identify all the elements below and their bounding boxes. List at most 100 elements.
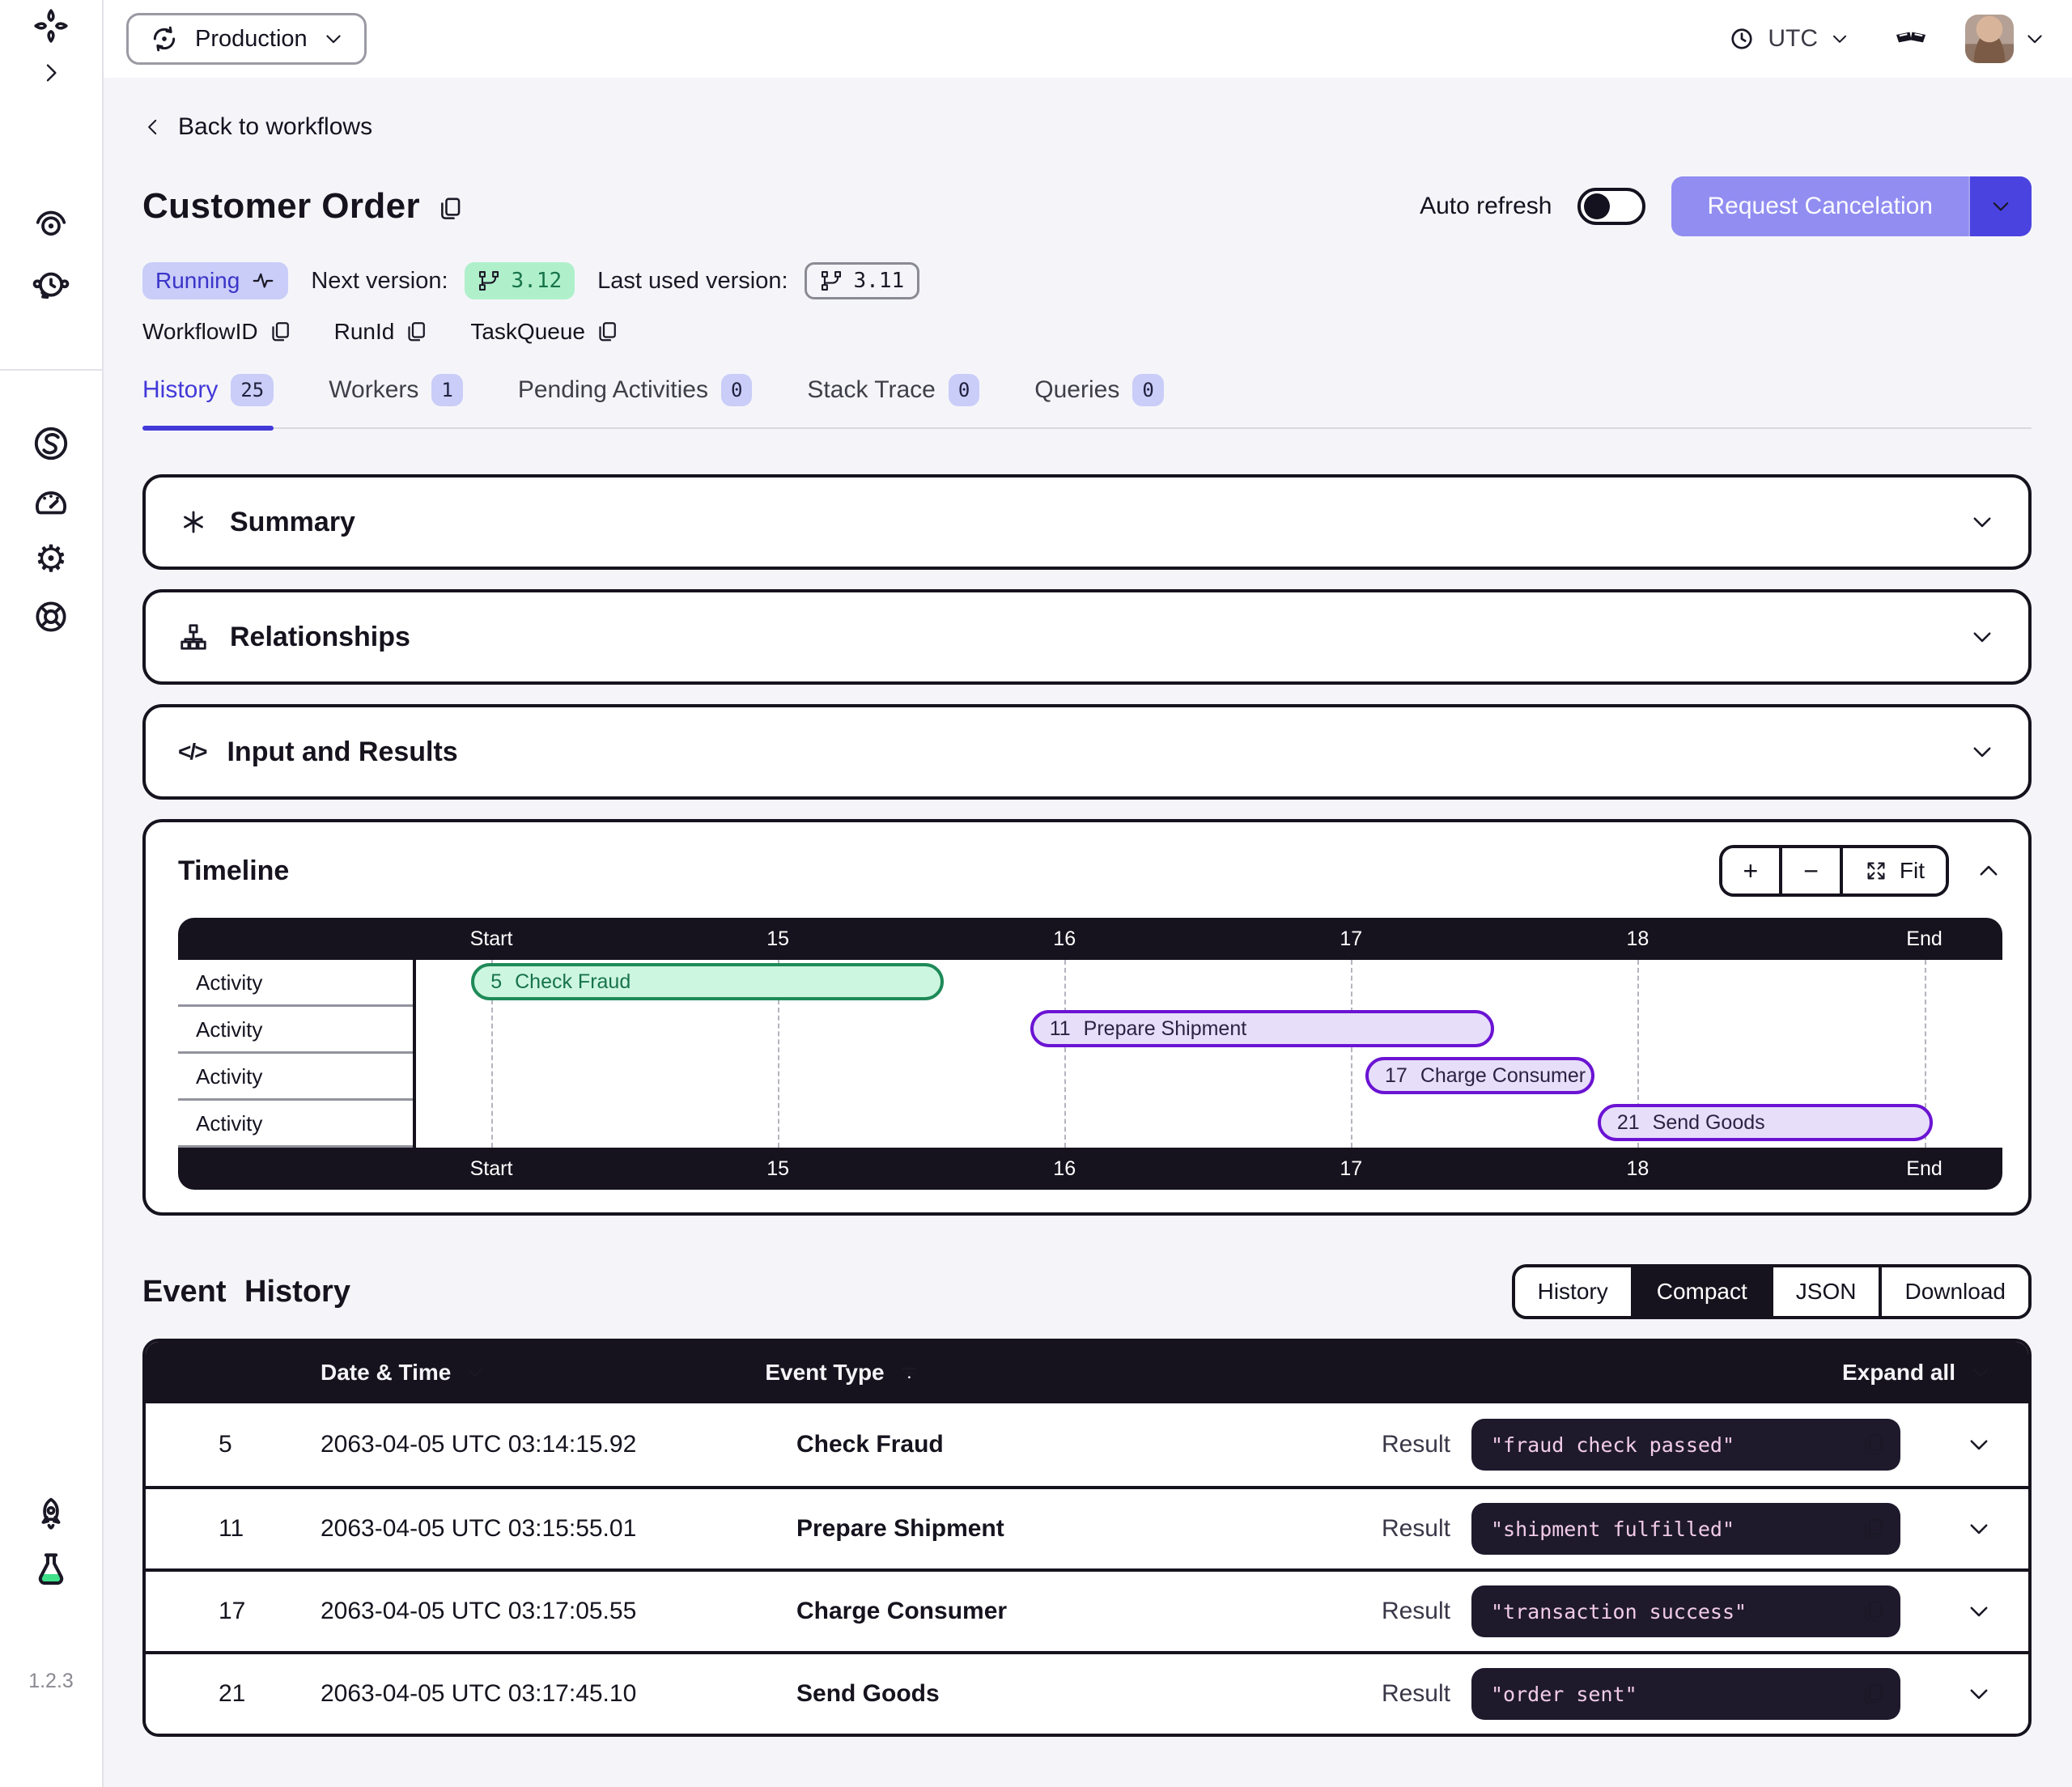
- copy-icon[interactable]: [1860, 1598, 1886, 1624]
- task-queue-copy[interactable]: TaskQueue: [470, 319, 619, 345]
- workflow-id-copy[interactable]: WorkflowID: [142, 319, 292, 345]
- run-id-copy[interactable]: RunId: [334, 319, 429, 345]
- view-download-button[interactable]: Download: [1879, 1267, 2028, 1316]
- support-lifebuoy-icon[interactable]: [22, 594, 80, 639]
- tab-stack-trace[interactable]: Stack Trace0: [807, 374, 979, 427]
- timeline-axis-label: 16: [1053, 1148, 1076, 1190]
- copy-icon[interactable]: [1860, 1681, 1886, 1707]
- copy-title-icon[interactable]: [436, 195, 464, 223]
- tab-queries[interactable]: Queries0: [1034, 374, 1164, 427]
- view-compact-button[interactable]: Compact: [1631, 1267, 1770, 1316]
- zoom-out-button[interactable]: −: [1779, 848, 1840, 894]
- event-id: 11: [146, 1515, 321, 1543]
- labs-glasses-icon[interactable]: [1892, 20, 1930, 57]
- timeline-bar-prepare-shipment[interactable]: 11Prepare Shipment: [1030, 1010, 1495, 1047]
- timeline-bar-charge-consumer[interactable]: 17Charge Consumer: [1365, 1057, 1594, 1094]
- event-id: 5: [146, 1431, 321, 1458]
- tab-count-badge: 1: [431, 374, 462, 406]
- row-expand-chevron-icon[interactable]: [1965, 1680, 1993, 1708]
- event-row: 17 2063-04-05 UTC 03:17:05.55 Charge Con…: [146, 1568, 2028, 1651]
- result-label: Result: [1382, 1431, 1450, 1458]
- timeline-row-label: Activity: [178, 1101, 413, 1148]
- timeline-title: Timeline: [178, 855, 289, 887]
- event-type: Check Fraud: [796, 1431, 1382, 1458]
- summary-label: Summary: [230, 507, 355, 538]
- relationships-label: Relationships: [230, 622, 410, 653]
- timeline-label-column: Activity Activity Activity Activity: [178, 960, 416, 1148]
- row-expand-chevron-icon[interactable]: [1965, 1431, 1993, 1458]
- environment-label: Production: [195, 26, 308, 53]
- git-branch-icon: [820, 270, 843, 292]
- timezone-selector[interactable]: UTC: [1727, 24, 1850, 53]
- chevron-down-icon[interactable]: [1968, 738, 1996, 766]
- next-version-badge: 3.12: [465, 262, 575, 299]
- column-event-type[interactable]: Event Type: [765, 1360, 921, 1386]
- request-cancelation-button[interactable]: Request Cancelation: [1671, 176, 2032, 236]
- chevron-down-icon[interactable]: [1968, 508, 1996, 536]
- timeline-axis-label: Start: [470, 918, 513, 960]
- fit-expand-icon: [1864, 859, 1888, 883]
- request-cancelation-label[interactable]: Request Cancelation: [1671, 176, 1968, 236]
- copy-icon[interactable]: [1860, 1432, 1886, 1458]
- tab-workers[interactable]: Workers1: [329, 374, 463, 427]
- user-avatar[interactable]: [1965, 15, 2014, 63]
- tab-count-badge: 0: [721, 374, 752, 406]
- timezone-label: UTC: [1768, 25, 1818, 53]
- view-history-button[interactable]: History: [1515, 1267, 1631, 1316]
- timeline-row-label: Activity: [178, 1007, 413, 1054]
- tab-history[interactable]: History25: [142, 374, 274, 427]
- status-badge: Running: [142, 262, 288, 299]
- brand-s-icon[interactable]: [22, 421, 80, 466]
- copy-icon: [404, 320, 428, 344]
- copy-icon[interactable]: [1860, 1516, 1886, 1542]
- trace-spiral-icon[interactable]: [22, 202, 80, 248]
- timeline-axis-label: 15: [766, 918, 789, 960]
- settings-gear-icon[interactable]: ⚙: [22, 536, 80, 581]
- auto-refresh-toggle[interactable]: [1577, 188, 1645, 225]
- schedule-history-icon[interactable]: [22, 262, 80, 308]
- sidebar-expand-chevron-icon[interactable]: [22, 53, 80, 92]
- environment-selector[interactable]: Production: [126, 13, 367, 65]
- timeline-bar-check-fraud[interactable]: 5Check Fraud: [471, 963, 944, 1000]
- row-expand-chevron-icon[interactable]: [1965, 1598, 1993, 1625]
- timeline-row: 21Send Goods: [178, 1101, 2002, 1148]
- tab-count-badge: 25: [231, 374, 274, 406]
- tab-bar: History25 Workers1 Pending Activities0 S…: [142, 374, 2032, 429]
- fit-button[interactable]: Fit: [1840, 848, 1946, 894]
- input-results-section[interactable]: </> Input and Results: [142, 704, 2032, 800]
- drone-icon[interactable]: [22, 3, 80, 49]
- timeline-collapse-chevron-icon[interactable]: [1975, 857, 2002, 885]
- summary-section[interactable]: Summary: [142, 474, 2032, 570]
- timeline-axis-label: 18: [1627, 1148, 1650, 1190]
- chevron-down-icon[interactable]: [1968, 623, 1996, 651]
- row-expand-chevron-icon[interactable]: [1965, 1515, 1993, 1543]
- timeline-bar-send-goods[interactable]: 21Send Goods: [1598, 1104, 1933, 1141]
- deploy-rocket-icon[interactable]: [22, 1492, 80, 1537]
- back-link[interactable]: Back to workflows: [142, 113, 372, 141]
- copy-icon: [268, 320, 292, 344]
- back-label: Back to workflows: [178, 113, 372, 141]
- usage-gauge-icon[interactable]: [22, 479, 80, 524]
- event-datetime: 2063-04-05 UTC 03:17:45.10: [321, 1680, 796, 1708]
- app-window: ⚙ 1.2.3: [0, 0, 2072, 1787]
- zoom-in-button[interactable]: +: [1722, 848, 1780, 894]
- cancelation-menu-chevron[interactable]: [1968, 176, 2032, 236]
- result-pill: "fraud check passed": [1471, 1419, 1900, 1471]
- labs-flask-icon[interactable]: [22, 1547, 80, 1595]
- result-value: "fraud check passed": [1491, 1433, 1734, 1457]
- timeline-axis-label: Start: [470, 1148, 513, 1190]
- event-type: Send Goods: [796, 1680, 1382, 1708]
- user-menu-chevron-icon[interactable]: [2023, 28, 2046, 50]
- input-results-label: Input and Results: [227, 736, 457, 768]
- expand-all-button[interactable]: Expand all: [1842, 1360, 1993, 1386]
- chevron-down-icon: [1968, 1360, 1993, 1385]
- relationships-section[interactable]: Relationships: [142, 589, 2032, 685]
- result-value: "shipment fulfilled": [1491, 1517, 1734, 1541]
- page-title: Customer Order: [142, 186, 420, 227]
- tab-pending-activities[interactable]: Pending Activities0: [518, 374, 753, 427]
- pulse-icon: [251, 269, 275, 293]
- column-date-time[interactable]: Date & Time: [321, 1360, 486, 1386]
- view-json-button[interactable]: JSON: [1770, 1267, 1879, 1316]
- timeline-axis-label: 17: [1340, 918, 1362, 960]
- table-header: Date & Time Event Type Expand all: [146, 1342, 2028, 1403]
